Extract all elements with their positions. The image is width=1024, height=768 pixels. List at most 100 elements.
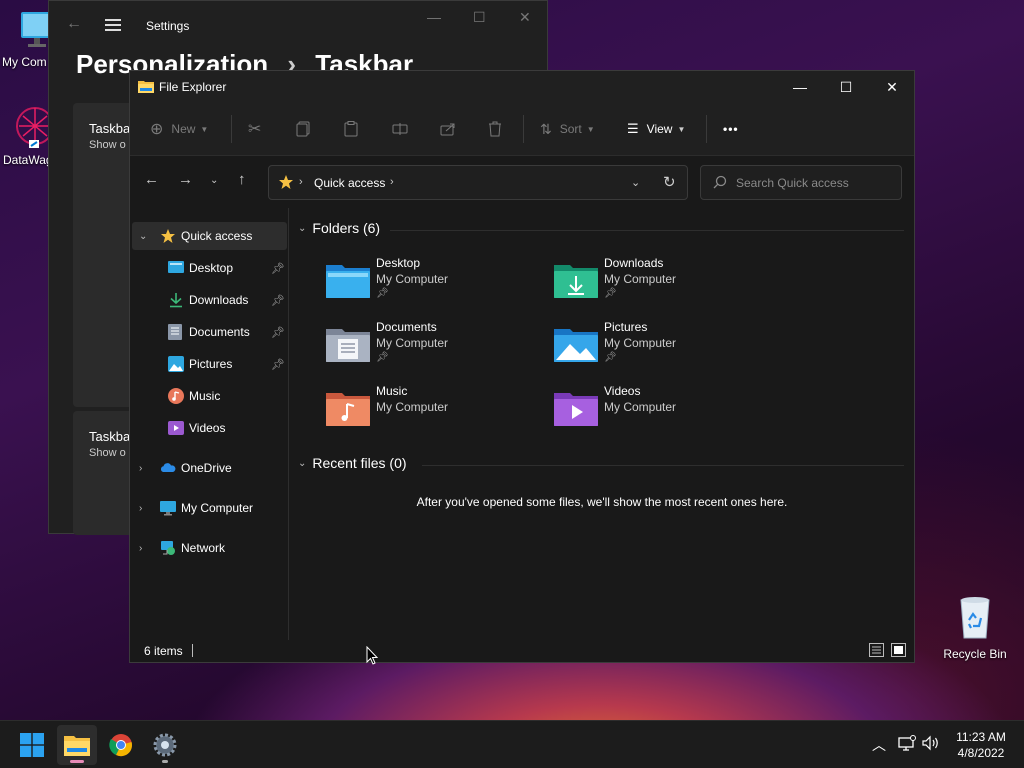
pictures-folder-icon (554, 326, 598, 365)
recent-locations-chevron-icon[interactable]: ⌄ (210, 175, 218, 186)
windows-logo-icon (20, 733, 44, 757)
large-icons-view-icon[interactable] (891, 643, 906, 657)
recent-files-section-header[interactable]: ⌄ Recent files (0) (298, 455, 407, 471)
scissors-icon: ✂ (248, 121, 262, 138)
clock[interactable]: 11:23 AM 4/8/2022 (950, 729, 1012, 761)
sidebar-item-quick-access[interactable]: ⌄ Quick access (132, 222, 287, 250)
start-button[interactable] (12, 725, 52, 765)
pin-icon[interactable]: 📌︎ (271, 294, 285, 307)
folder-tile-pictures[interactable]: Pictures My Computer 📌︎ (554, 320, 774, 376)
sidebar-item-network[interactable]: › Network (132, 534, 287, 562)
taskbar-settings[interactable] (145, 725, 185, 765)
downloads-folder-icon (554, 262, 598, 301)
desktop-folder-icon (168, 260, 184, 276)
card-title: Taskba (89, 121, 131, 136)
back-arrow-icon[interactable]: ← (66, 15, 82, 33)
copy-button[interactable] (296, 119, 310, 139)
file-explorer-window[interactable]: File Explorer — ☐ ✕ ⊕ New ▼ ✂ ⇅ Sort ▼ ☰… (129, 70, 915, 663)
card-title: Taskba (89, 429, 131, 444)
chevron-down-icon: ▼ (200, 124, 209, 134)
pin-icon: 📌︎ (376, 352, 389, 363)
sidebar-item-music[interactable]: Music (132, 382, 287, 410)
forward-arrow-icon[interactable]: → (178, 171, 193, 188)
navigation-bar: ← → ⌄ ↑ › Quick access › ⌄ ↻ (130, 156, 914, 208)
maximize-icon[interactable]: ☐ (823, 71, 869, 103)
taskbar-chrome[interactable] (101, 725, 141, 765)
address-location[interactable]: Quick access (314, 176, 385, 190)
folder-tile-documents[interactable]: Documents My Computer 📌︎ (326, 320, 546, 376)
new-button[interactable]: ⊕ New ▼ (150, 119, 208, 139)
search-box[interactable] (700, 165, 902, 200)
sort-label: Sort (559, 122, 582, 136)
sidebar-item-pictures[interactable]: Pictures 📌︎ (132, 350, 287, 378)
command-bar: ⊕ New ▼ ✂ ⇅ Sort ▼ ☰ View ▼ ••• (130, 103, 914, 156)
sidebar-item-label: Downloads (189, 293, 249, 307)
address-bar[interactable]: › Quick access › ⌄ ↻ (268, 165, 688, 200)
folders-section-header[interactable]: ⌄ Folders (6) (298, 220, 380, 236)
rename-button[interactable] (392, 119, 408, 139)
sidebar-item-label: Desktop (189, 261, 234, 275)
details-view-icon[interactable] (869, 643, 884, 657)
breadcrumb-chevron-icon[interactable]: › (390, 176, 394, 188)
view-button[interactable]: ☰ View ▼ (627, 119, 685, 139)
folder-location: My Computer (376, 336, 449, 350)
folder-tile-videos[interactable]: Videos My Computer (554, 384, 774, 440)
chevron-right-icon[interactable]: › (139, 543, 142, 554)
taskbar-file-explorer[interactable] (57, 725, 97, 765)
card-subtitle: Show o (89, 447, 126, 459)
sidebar-item-videos[interactable]: Videos (132, 414, 287, 442)
sort-button[interactable]: ⇅ Sort ▼ (540, 119, 595, 139)
desktop-folder-icon (326, 262, 370, 301)
sidebar-item-label: Network (181, 541, 226, 555)
desktop-icon-recycle-bin[interactable]: Recycle Bin (940, 596, 1010, 661)
show-hidden-icons-chevron-icon[interactable]: ︿ (872, 735, 886, 755)
pin-icon[interactable]: 📌︎ (271, 326, 285, 339)
sidebar-item-my-computer[interactable]: › My Computer (132, 494, 287, 522)
delete-button[interactable] (488, 119, 502, 139)
search-input[interactable] (736, 174, 896, 192)
back-arrow-icon[interactable]: ← (144, 171, 159, 188)
taskbar: ︿ 11:23 AM 4/8/2022 (0, 720, 1024, 768)
title-bar[interactable]: File Explorer — ☐ ✕ (130, 71, 914, 103)
desktop-icon-label: Recycle Bin (943, 647, 1007, 661)
chevron-down-icon[interactable]: ⌄ (298, 458, 306, 469)
close-icon[interactable]: ✕ (519, 9, 531, 26)
videos-folder-icon (554, 390, 598, 429)
monitor-icon (160, 500, 176, 516)
paste-button[interactable] (344, 119, 358, 139)
pin-icon: 📌︎ (604, 352, 617, 363)
folder-tile-downloads[interactable]: Downloads My Computer 📌︎ (554, 256, 774, 312)
refresh-icon[interactable]: ↻ (663, 173, 676, 191)
maximize-icon[interactable]: ☐ (473, 9, 486, 26)
chevron-down-icon[interactable]: ⌄ (298, 223, 306, 234)
minimize-icon[interactable]: — (777, 71, 823, 103)
up-arrow-icon[interactable]: ↑ (238, 171, 246, 188)
pin-icon[interactable]: 📌︎ (271, 358, 285, 371)
sidebar-item-documents[interactable]: Documents 📌︎ (132, 318, 287, 346)
hamburger-menu-icon[interactable] (105, 19, 121, 34)
minimize-icon[interactable]: — (427, 9, 441, 25)
volume-icon[interactable] (922, 735, 940, 754)
sidebar-item-label: Videos (189, 421, 226, 435)
status-bar: 6 items (130, 640, 914, 662)
sidebar-item-downloads[interactable]: Downloads 📌︎ (132, 286, 287, 314)
address-dropdown-icon[interactable]: ⌄ (631, 176, 640, 189)
network-status-icon[interactable] (898, 735, 916, 754)
chevron-down-icon[interactable]: ⌄ (139, 231, 147, 242)
chevron-down-icon: ▼ (677, 124, 686, 134)
cut-button[interactable]: ✂ (248, 119, 261, 139)
chevron-right-icon[interactable]: › (139, 503, 142, 514)
more-options-button[interactable]: ••• (723, 119, 739, 139)
chevron-right-icon[interactable]: › (139, 463, 142, 474)
breadcrumb-chevron-icon[interactable]: › (299, 176, 303, 188)
folder-tile-desktop[interactable]: Desktop My Computer 📌︎ (326, 256, 546, 312)
view-label: View (646, 122, 673, 136)
file-explorer-icon (138, 79, 154, 96)
share-button[interactable] (440, 119, 456, 139)
item-count: 6 items (144, 644, 183, 658)
close-icon[interactable]: ✕ (869, 71, 915, 103)
sidebar-item-desktop[interactable]: Desktop 📌︎ (132, 254, 287, 282)
pin-icon[interactable]: 📌︎ (271, 262, 285, 275)
sidebar-item-onedrive[interactable]: › OneDrive (132, 454, 287, 482)
folder-tile-music[interactable]: Music My Computer (326, 384, 546, 440)
